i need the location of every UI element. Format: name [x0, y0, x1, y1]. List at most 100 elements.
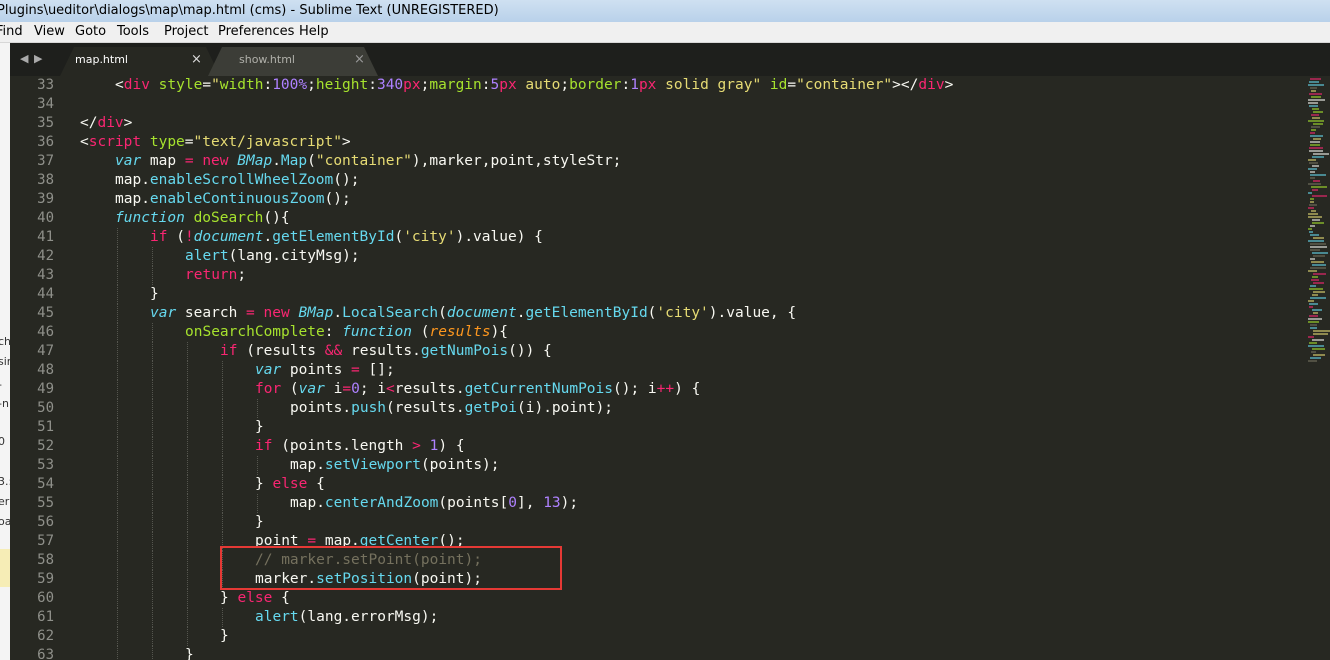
indent-guide — [222, 513, 223, 532]
window-title: Plugins\ueditor\dialogs\map\map.html (cm… — [0, 3, 499, 18]
minimap-line — [1310, 171, 1315, 173]
minimap-line — [1311, 186, 1327, 188]
code-token: > — [123, 115, 133, 131]
indent-guide — [222, 608, 223, 627]
minimap-line — [1309, 147, 1323, 149]
code-token: ); — [560, 495, 579, 511]
minimap-line — [1309, 105, 1318, 107]
menu-view[interactable]: View — [34, 22, 65, 42]
indent-guide — [152, 266, 153, 285]
code-token: document — [446, 305, 517, 321]
code-token: (); — [333, 172, 360, 188]
minimap-line — [1308, 345, 1324, 347]
strip-highlight — [0, 549, 10, 587]
code-token: if — [150, 229, 168, 245]
code-token: []; — [359, 362, 395, 378]
code-line: } else { — [255, 475, 325, 494]
minimap-line — [1310, 177, 1315, 179]
minimap-line — [1308, 159, 1316, 161]
strip-fragment: sir — [0, 355, 10, 368]
indent-guide — [152, 323, 153, 342]
code-token: results. — [342, 343, 421, 359]
minimap-line — [1308, 360, 1317, 362]
indent-guide — [187, 437, 188, 456]
indent-guide — [257, 494, 258, 513]
code-token: (lang.errorMsg); — [298, 609, 439, 625]
tab-map-html[interactable]: map.html × — [60, 47, 220, 76]
indent-guide — [117, 646, 118, 660]
minimap-line — [1309, 93, 1322, 95]
code-token: : — [368, 77, 377, 93]
minimap-line — [1310, 249, 1320, 251]
minimap-line — [1311, 261, 1324, 263]
minimap-line — [1313, 138, 1321, 140]
indent-guide — [117, 361, 118, 380]
code-token: map — [141, 153, 185, 169]
close-icon[interactable]: × — [191, 52, 202, 67]
line-number: 42 — [37, 248, 54, 264]
tab-forward-arrow-icon[interactable]: ▶ — [34, 52, 42, 65]
minimap-line — [1308, 99, 1325, 101]
code-token: = — [342, 381, 352, 397]
code-token: enableScrollWheelZoom — [149, 172, 334, 188]
minimap-line — [1309, 288, 1323, 290]
indent-guide — [152, 342, 153, 361]
indent-guide — [152, 380, 153, 399]
menu-preferences[interactable]: Preferences — [218, 22, 294, 42]
line-number: 62 — [37, 628, 54, 644]
minimap-line — [1313, 330, 1330, 332]
menu-find[interactable]: Find — [0, 22, 23, 42]
code-token: BMap — [298, 305, 334, 321]
code-token: LocalSearch — [342, 305, 439, 321]
line-number: 50 — [37, 400, 54, 416]
indent-guide — [117, 380, 118, 399]
menu-goto[interactable]: Goto — [75, 22, 106, 42]
minimap-line — [1310, 144, 1320, 146]
code-token: (lang.cityMsg); — [228, 248, 360, 264]
minimap-line — [1309, 81, 1319, 83]
code-token: "text/javascript" — [193, 134, 342, 150]
code-token: = — [184, 134, 194, 150]
minimap[interactable] — [1308, 76, 1330, 660]
code-token: var — [298, 381, 325, 397]
tab-show-html[interactable]: show.html × — [208, 47, 378, 76]
code-token: } — [255, 476, 273, 492]
code-token: alert — [185, 248, 229, 264]
code-token: ( — [394, 229, 404, 245]
code-token: 13 — [543, 495, 561, 511]
indent-guide — [257, 456, 258, 475]
indent-guide — [152, 646, 153, 660]
minimap-line — [1308, 321, 1319, 323]
indent-guide — [222, 361, 223, 380]
tab-back-arrow-icon[interactable]: ◀ — [20, 52, 28, 65]
minimap-line — [1309, 306, 1313, 308]
minimap-line — [1311, 279, 1319, 281]
code-token: ( — [167, 229, 185, 245]
indent-guide — [152, 247, 153, 266]
minimap-line — [1312, 219, 1320, 221]
code-token: div — [97, 115, 124, 131]
close-icon[interactable]: × — [354, 52, 365, 67]
minimap-line — [1310, 324, 1317, 326]
menu-tools[interactable]: Tools — [117, 22, 149, 42]
minimap-line — [1312, 309, 1322, 311]
minimap-line — [1312, 195, 1327, 197]
code-token: </ — [80, 115, 98, 131]
minimap-line — [1313, 111, 1323, 113]
code-token: ).value, { — [708, 305, 797, 321]
minimap-line — [1313, 180, 1320, 182]
menu-project[interactable]: Project — [164, 22, 208, 42]
indent-guide — [117, 437, 118, 456]
indent-guide — [187, 494, 188, 513]
code-token: document — [193, 229, 264, 245]
code-line: return; — [185, 266, 246, 285]
window-title-bar[interactable]: Plugins\ueditor\dialogs\map\map.html (cm… — [0, 0, 1330, 22]
minimap-line — [1308, 102, 1318, 104]
code-editor[interactable]: 33 34 35 36 37 38 39 40 41 42 43 44 45 46 47 48 49 50 51 52… — [10, 76, 1308, 660]
minimap-line — [1313, 282, 1324, 284]
code-line: var search = new BMap.LocalSearch(docume… — [150, 304, 796, 323]
code-token: = — [787, 77, 797, 93]
menu-help[interactable]: Help — [299, 22, 329, 42]
